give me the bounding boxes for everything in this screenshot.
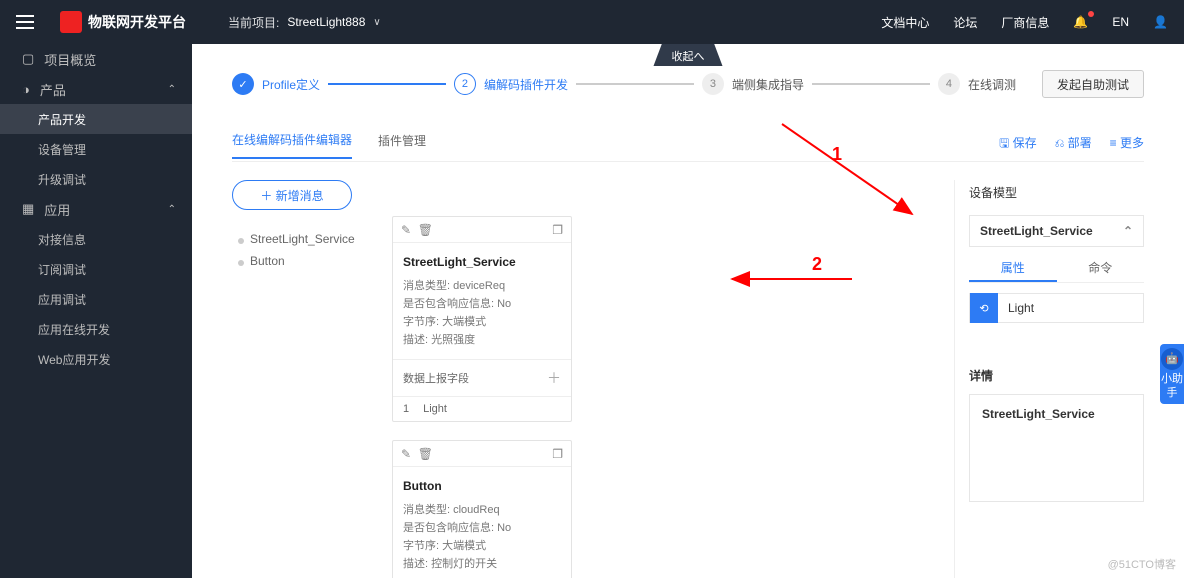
lang-switch[interactable]: EN [1112, 15, 1129, 29]
message-card: ✎ 🗑 ❐ StreetLight_Service 消息类型: deviceRe… [392, 216, 572, 422]
card-title: Button [403, 477, 561, 495]
sidebar-item-docking[interactable]: 对接信息 [0, 224, 192, 254]
current-project-name[interactable]: StreetLight888 [287, 15, 365, 29]
logo: 物联网开发平台 [60, 11, 186, 33]
copy-icon[interactable]: ❐ [552, 223, 563, 237]
sidebar-item-apps[interactable]: ▦ 应用⌃ [0, 194, 192, 224]
edit-icon[interactable]: ✎ [401, 223, 411, 237]
hamburger-icon[interactable] [16, 8, 44, 36]
edit-icon[interactable]: ✎ [401, 447, 411, 461]
sidebar-item-device-mgmt[interactable]: 设备管理 [0, 134, 192, 164]
nav-vendor[interactable]: 厂商信息 [1001, 14, 1049, 31]
sidebar-item-app-debug[interactable]: 应用调试 [0, 284, 192, 314]
property-icon: ⟲ [970, 293, 998, 323]
self-test-button[interactable]: 发起自助测试 [1042, 70, 1144, 98]
chevron-up-icon: ⌃ [168, 204, 176, 215]
deploy-button[interactable]: ⎌ 部署 [1055, 134, 1092, 155]
detail-box: StreetLight_Service [969, 394, 1144, 502]
sidebar: ▢ 项目概览 ◑ 产品⌃ 产品开发 设备管理 升级调试 ▦ 应用⌃ 对接信息 订… [0, 44, 192, 578]
main-stage: 收起へ ✓ Profile定义 2 编解码插件开发 3 端侧集成指导 4 在线调… [192, 44, 1184, 578]
device-model-title: 设备模型 [969, 184, 1144, 201]
sidebar-item-sub-debug[interactable]: 订阅调试 [0, 254, 192, 284]
sub-tab-attr[interactable]: 属性 [969, 253, 1057, 282]
step-1-label: Profile定义 [262, 76, 320, 93]
add-message-button[interactable]: ＋ 新增消息 [232, 180, 352, 210]
save-button[interactable]: 🖫 保存 [999, 134, 1037, 155]
tree-item[interactable]: StreetLight_Service [232, 228, 372, 250]
chevron-up-icon: ⌃ [168, 84, 176, 95]
add-field-icon[interactable]: ＋ [547, 368, 561, 388]
bell-icon[interactable]: 🔔 [1073, 15, 1088, 29]
watermark: @51CTO博客 [1108, 556, 1176, 572]
step-bar: ✓ Profile定义 2 编解码插件开发 3 端侧集成指导 4 在线调测 发起… [232, 70, 1144, 98]
card-section-header: 数据上报字段 ＋ [393, 359, 571, 396]
nav-docs[interactable]: 文档中心 [881, 14, 929, 31]
message-tree: ＋ 新增消息 StreetLight_Service Button [232, 180, 372, 578]
huawei-logo-icon [60, 11, 82, 33]
assistant-icon: 🤖 [1161, 348, 1183, 370]
platform-title: 物联网开发平台 [88, 12, 186, 32]
step-3-num: 3 [702, 73, 724, 95]
assistant-widget[interactable]: 🤖 小助手 [1160, 344, 1184, 404]
field-row[interactable]: 1 Light [393, 396, 571, 421]
card-column: ✎ 🗑 ❐ StreetLight_Service 消息类型: deviceRe… [392, 216, 572, 578]
step-2-num: 2 [454, 73, 476, 95]
delete-icon[interactable]: 🗑 [418, 223, 433, 237]
step-2-label: 编解码插件开发 [484, 76, 568, 93]
sidebar-item-web-app-dev[interactable]: Web应用开发 [0, 344, 192, 374]
user-icon[interactable]: 👤 [1153, 15, 1168, 29]
right-panel: 设备模型 StreetLight_Service ⌃ 属性 命令 ⟲ Light… [954, 180, 1144, 578]
sub-tab-cmd[interactable]: 命令 [1057, 253, 1145, 282]
tabs-row: 在线编解码插件编辑器 插件管理 🖫 保存 ⎌ 部署 ≡ 更多 [232, 128, 1144, 162]
copy-icon[interactable]: ❐ [552, 447, 563, 461]
sidebar-item-product-dev[interactable]: 产品开发 [0, 104, 192, 134]
collapse-notch[interactable]: 收起へ [654, 44, 723, 66]
service-box[interactable]: StreetLight_Service ⌃ [969, 215, 1144, 247]
sidebar-item-overview[interactable]: ▢ 项目概览 [0, 44, 192, 74]
current-project-label: 当前项目: [228, 14, 279, 31]
chevron-up-icon: ⌃ [1123, 224, 1133, 238]
message-card: ✎ 🗑 ❐ Button 消息类型: cloudReq 是否包含响应信息: No… [392, 440, 572, 578]
property-item[interactable]: ⟲ Light [969, 293, 1144, 323]
more-button[interactable]: ≡ 更多 [1110, 134, 1144, 155]
tab-editor[interactable]: 在线编解码插件编辑器 [232, 131, 352, 159]
detail-title: 详情 [969, 367, 1144, 384]
step-4-label: 在线调测 [968, 76, 1016, 93]
sidebar-item-upgrade-debug[interactable]: 升级调试 [0, 164, 192, 194]
tab-manage[interactable]: 插件管理 [378, 132, 426, 158]
delete-icon[interactable]: 🗑 [418, 447, 433, 461]
card-title: StreetLight_Service [403, 253, 561, 271]
tree-item[interactable]: Button [232, 250, 372, 272]
chevron-down-icon[interactable]: ∨ [373, 17, 380, 28]
topbar: 物联网开发平台 当前项目: StreetLight888 ∨ 文档中心 论坛 厂… [0, 0, 1184, 44]
nav-forum[interactable]: 论坛 [953, 14, 977, 31]
step-1-num: ✓ [232, 73, 254, 95]
step-3-label: 端侧集成指导 [732, 76, 804, 93]
sidebar-item-app-online-dev[interactable]: 应用在线开发 [0, 314, 192, 344]
sidebar-item-product[interactable]: ◑ 产品⌃ [0, 74, 192, 104]
step-4-num: 4 [938, 73, 960, 95]
